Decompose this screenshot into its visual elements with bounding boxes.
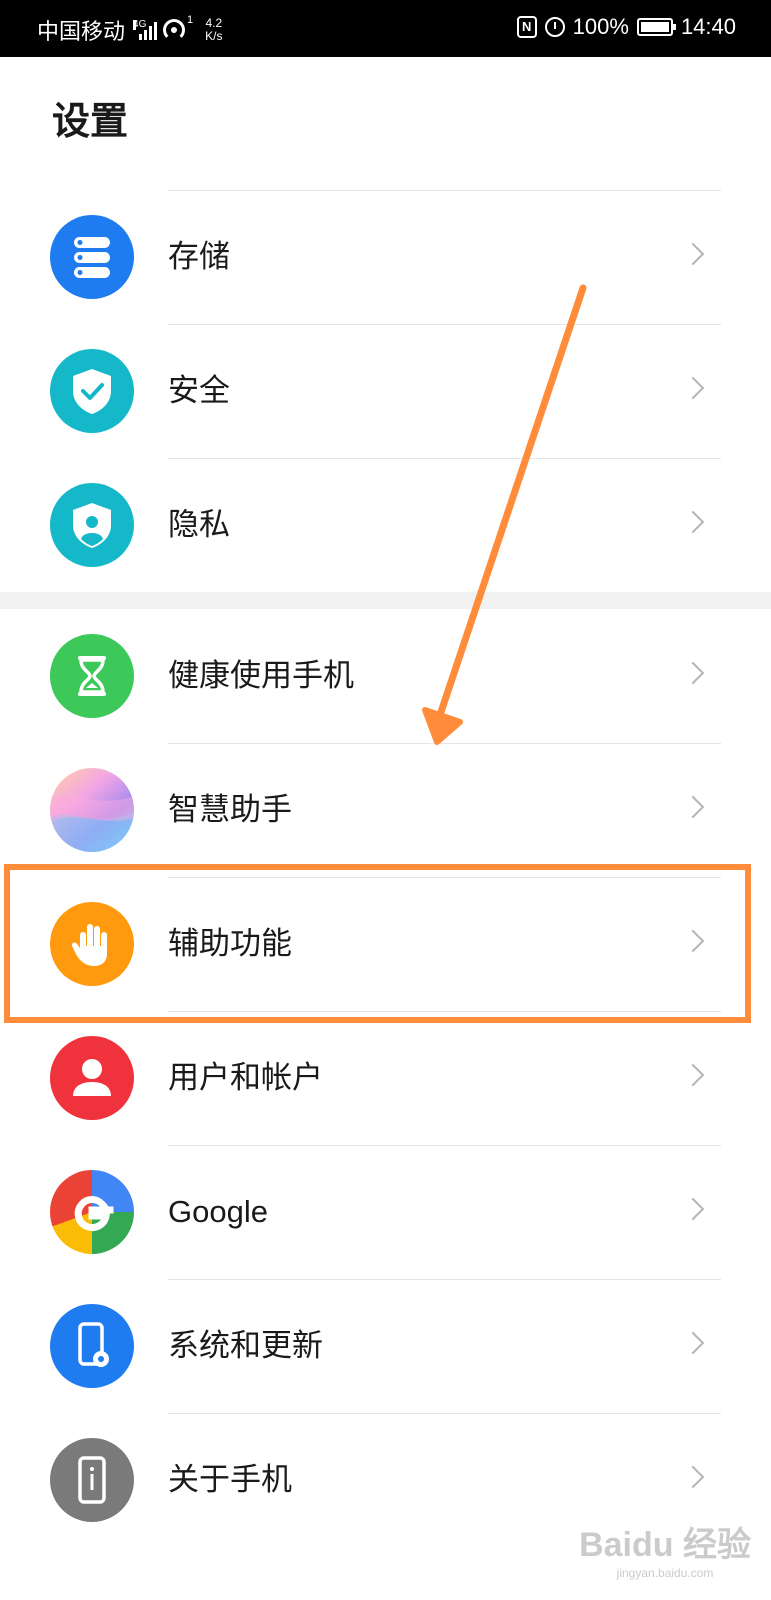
chevron-right-icon	[681, 1465, 705, 1489]
watermark-brand: Baidu 经验	[579, 1526, 751, 1564]
chevron-right-icon	[681, 510, 705, 534]
system-update-icon	[50, 1304, 134, 1388]
wifi-badge: 1	[187, 14, 194, 26]
settings-item-label: 健康使用手机	[168, 658, 354, 694]
security-shield-icon	[50, 349, 134, 433]
settings-item-accessibility[interactable]: 辅助功能	[0, 877, 771, 1011]
settings-item-system-update[interactable]: 系统和更新	[0, 1279, 771, 1413]
settings-item-security[interactable]: 安全	[0, 324, 771, 458]
google-icon	[50, 1170, 134, 1254]
cellular-signal-icon: 4G	[133, 19, 158, 40]
settings-item-label: 隐私	[168, 507, 230, 543]
settings-item-label: 智慧助手	[168, 792, 292, 828]
settings-item-label: Google	[168, 1194, 268, 1229]
settings-item-label: 系统和更新	[168, 1328, 323, 1364]
about-phone-icon	[50, 1438, 134, 1522]
status-bar: 中国移动 4G 1 4.2 K/s N 100% 14:40	[0, 0, 771, 57]
chevron-right-icon	[681, 242, 705, 266]
user-icon	[50, 1036, 134, 1120]
chevron-right-icon	[681, 1197, 705, 1221]
nfc-icon: N	[516, 16, 537, 38]
smart-assistant-icon	[50, 768, 134, 852]
network-speed: 4.2 K/s	[205, 17, 222, 43]
chevron-right-icon	[681, 1063, 705, 1087]
hand-icon	[50, 902, 134, 986]
alarm-icon	[544, 17, 565, 37]
page-title: 设置	[52, 99, 129, 143]
chevron-right-icon	[681, 661, 705, 685]
watermark-url: jingyan.baidu.com	[616, 1566, 714, 1580]
battery-percent: 100%	[572, 14, 629, 39]
settings-item-digital-balance[interactable]: 健康使用手机	[0, 609, 771, 743]
battery-icon	[636, 18, 676, 36]
chevron-right-icon	[681, 929, 705, 953]
chevron-right-icon	[681, 376, 705, 400]
chevron-right-icon	[681, 1331, 705, 1355]
settings-list: 存储 安全 隐私 健康使用手机 智慧助手 辅助功能 用户和帐户 Google 系…	[0, 190, 771, 1547]
storage-icon	[50, 215, 134, 299]
chevron-right-icon	[681, 795, 705, 819]
hourglass-icon	[50, 634, 134, 718]
settings-item-label: 安全	[168, 373, 230, 409]
watermark: Baidu 经验 jingyan.baidu.com	[579, 1517, 751, 1580]
group-divider	[0, 592, 771, 609]
settings-item-label: 存储	[168, 239, 230, 275]
settings-item-label: 用户和帐户	[168, 1060, 323, 1096]
settings-item-users-accounts[interactable]: 用户和帐户	[0, 1011, 771, 1145]
settings-item-privacy[interactable]: 隐私	[0, 458, 771, 592]
carrier-name: 中国移动	[37, 19, 126, 44]
privacy-icon	[50, 483, 134, 567]
settings-item-google[interactable]: Google	[0, 1145, 771, 1279]
speed-value: 4.2	[205, 16, 223, 30]
speed-unit: K/s	[205, 29, 223, 43]
settings-item-storage[interactable]: 存储	[0, 190, 771, 324]
clock: 14:40	[680, 14, 736, 39]
settings-item-label: 辅助功能	[168, 926, 292, 962]
settings-item-label: 关于手机	[168, 1462, 292, 1498]
wifi-icon	[163, 19, 186, 41]
settings-item-smart-assistant[interactable]: 智慧助手	[0, 743, 771, 877]
network-type: 4G	[133, 19, 147, 30]
